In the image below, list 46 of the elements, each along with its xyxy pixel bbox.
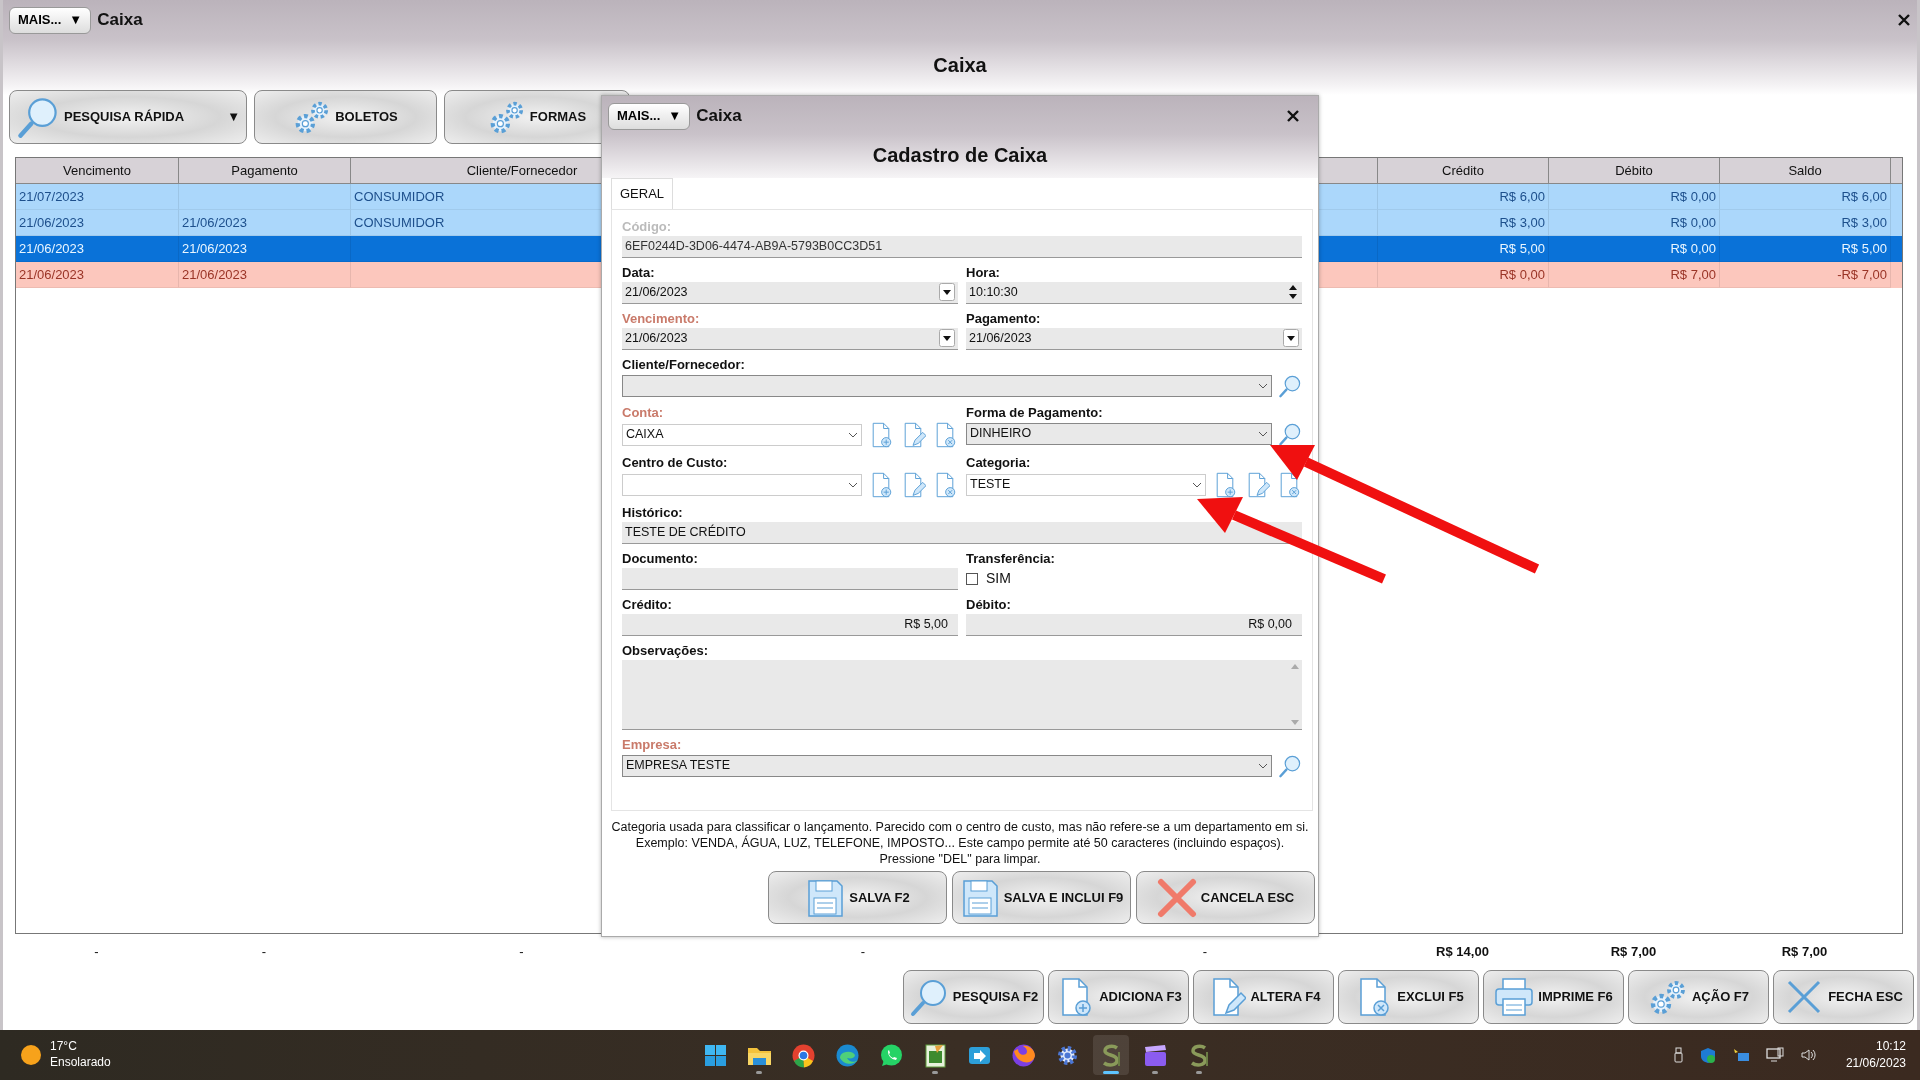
table-cell: R$ 0,00 [1378,262,1549,288]
column-header: Débito [1549,158,1720,183]
field-label: Cliente/Fornecedor: [622,356,745,372]
temperature-text: 17°C [50,1039,78,1055]
input-field: 6EF0244D-3D06-4474-AB9A-5793B0CC3D51 [622,235,1302,258]
page-heading: Caixa [932,53,988,78]
table-cell: 21/06/2023 [16,262,179,288]
field-label: Forma de Pagamento: [966,404,1103,420]
weather-text: Ensolarado [50,1055,111,1071]
table-cell: 21/06/2023 [179,262,351,288]
column-header: Crédito [1378,158,1549,183]
column-header: Saldo [1720,158,1891,183]
dash-text: - [261,944,267,960]
dash-text: - [860,944,866,960]
field-label: Conta: [622,404,664,420]
field-label: Código: [622,218,672,234]
table-cell: -R$ 7,00 [1720,262,1891,288]
total-value: R$ 7,00 [1781,944,1828,960]
field-label: Categoria: [966,454,1031,470]
dash-text: - [1202,944,1208,960]
field-label: Hora: [966,264,1000,280]
column-header: Pagamento [179,158,351,183]
total-value: R$ 7,00 [1610,944,1657,960]
help-text: Categoria usada para classificar o lançamento. Parecido com o centro de custo, mas não refere-se a um departamento em si. Exemplo: VENDA, ÁGUA, LUZ, TELEFONE, IMPOSTO... Este campo permite até 50 caracteres (incluindo espaços). Pressione "DEL" para limpar. [610,818,1310,868]
window-title: Caixa [696,105,742,128]
field-label: Data: [622,264,655,280]
dash-text: - [519,944,524,960]
field-label: Débito: [966,596,1011,612]
total-value: R$ 14,00 [1436,944,1489,960]
dash-text: - [94,944,99,960]
field-label: Pagamento: [966,310,1041,326]
dialog-heading: Cadastro de Caixa [872,144,1048,166]
field-label: Centro de Custo: [622,454,728,470]
clock-time: 10:12 [1874,1038,1906,1055]
column-header: Vencimento [16,158,179,183]
clock-date: 21/06/2023 [1845,1055,1906,1072]
field-label: Crédito: [622,596,672,612]
table-cell: R$ 7,00 [1549,262,1720,288]
field-label: Documento: [622,550,698,566]
field-label: Empresa: [622,736,682,752]
field-label: Transferência: [966,550,1055,566]
field-label: Histórico: [622,504,683,520]
field-label: Observações: [622,642,708,658]
window-title: Caixa [97,9,143,32]
checkbox-label: SIM [986,569,1011,588]
field-label: Vencimento: [622,310,700,326]
